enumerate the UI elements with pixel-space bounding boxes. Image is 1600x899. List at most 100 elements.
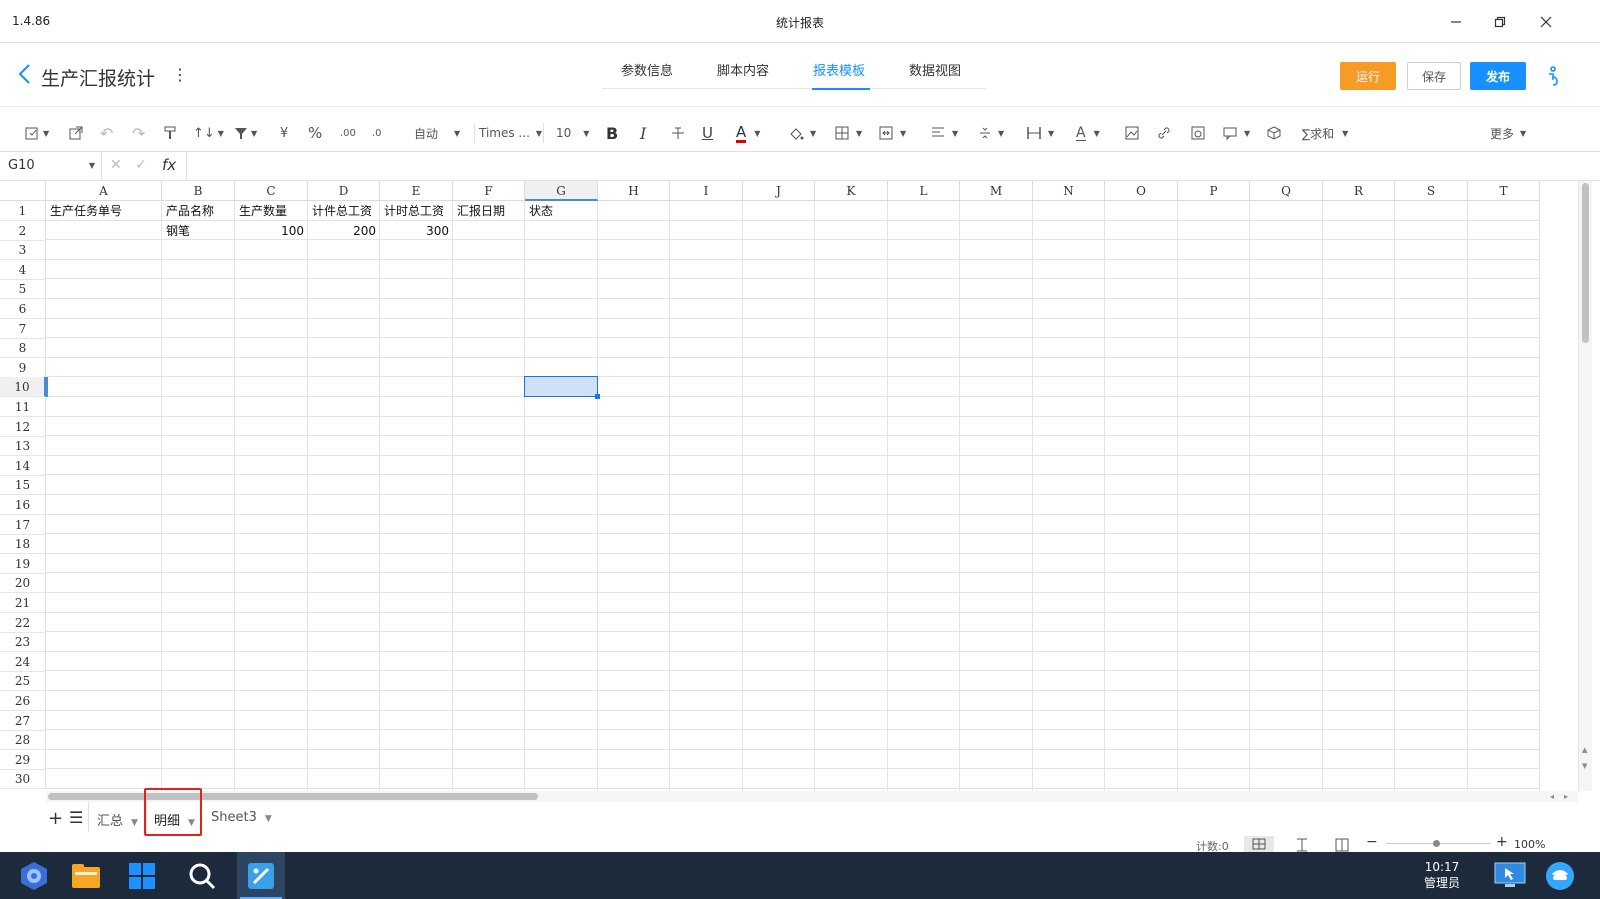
column-header-g[interactable]: G [525,181,598,201]
vertical-align-icon[interactable]: ▼ [978,123,1004,143]
row-header-18[interactable]: 18 [0,534,46,555]
tab-script-content[interactable]: 脚本内容 [717,60,769,79]
cell-e1[interactable]: 计时总工资 [380,201,453,221]
cell-g1[interactable]: 状态 [525,201,598,221]
row-header-21[interactable]: 21 [0,593,46,613]
decimal-increase-icon[interactable]: .00 [340,123,356,143]
row-header-23[interactable]: 23 [0,632,46,653]
add-sheet-icon[interactable]: + [48,808,63,829]
row-header-19[interactable]: 19 [0,553,46,574]
redo-icon[interactable]: ↷ [132,123,145,143]
column-header-b[interactable]: B [162,181,235,201]
more-options-icon[interactable]: ⋮ [172,65,188,84]
image-icon[interactable] [1124,123,1140,143]
insert-icon[interactable]: ▼ [24,123,49,143]
selected-cell-g10[interactable] [524,376,598,397]
vertical-scroll-thumb[interactable] [1582,183,1589,343]
tab-report-template[interactable]: 报表模板 [813,60,865,79]
row-header-27[interactable]: 27 [0,710,46,731]
align-left-icon[interactable]: ▼ [930,123,958,143]
row-header-4[interactable]: 4 [0,259,46,280]
accessibility-icon[interactable] [1546,66,1560,90]
sum-button[interactable]: ∑求和 ▼ [1302,123,1348,143]
fx-icon[interactable]: fx [162,156,176,174]
export-icon[interactable] [68,123,84,143]
horizontal-scrollbar[interactable]: ◂ ▸ [46,791,1578,802]
merge-cells-icon[interactable]: ▼ [878,123,906,143]
scroll-right-icon[interactable]: ▸ [1564,792,1568,801]
scroll-down-icon[interactable]: ▼ [1582,762,1587,770]
sheet-tab-summary[interactable]: 汇总 ▼ [97,810,138,829]
close-icon[interactable] [1534,10,1558,34]
row-header-16[interactable]: 16 [0,495,46,515]
column-header-a[interactable]: A [46,181,162,201]
decimal-decrease-icon[interactable]: .0 [372,123,382,143]
zoom-out-icon[interactable]: − [1366,834,1378,850]
tab-param-info[interactable]: 参数信息 [621,60,673,79]
column-header-t[interactable]: T [1468,181,1540,201]
row-header-12[interactable]: 12 [0,416,46,437]
format-painter-icon[interactable] [163,123,177,143]
vertical-scrollbar[interactable]: ▲ ▼ [1578,181,1592,791]
sheet-list-icon[interactable]: ☰ [69,808,83,827]
scroll-up-icon[interactable]: ▲ [1582,746,1587,754]
row-header-22[interactable]: 22 [0,612,46,633]
row-header-1[interactable]: 1 [0,201,46,221]
more-button[interactable]: 更多 ▼ [1490,123,1526,143]
row-header-15[interactable]: 15 [0,475,46,496]
back-arrow-icon[interactable] [16,63,34,85]
row-header-25[interactable]: 25 [0,671,46,692]
zoom-slider-handle[interactable] [1433,840,1440,847]
row-header-20[interactable]: 20 [0,573,46,594]
column-header-m[interactable]: M [960,181,1033,201]
sheet-tab-sheet3[interactable]: Sheet3 ▼ [211,810,272,825]
underline-button[interactable]: U [702,123,713,143]
row-header-9[interactable]: 9 [0,357,46,378]
search-icon[interactable] [178,852,226,899]
filter-icon[interactable]: ▼ [234,123,257,143]
percent-icon[interactable]: % [308,123,322,143]
cell-b2[interactable]: 钢笔 [162,221,235,241]
row-header-30[interactable]: 30 [0,769,46,790]
border-icon[interactable]: ▼ [834,123,862,143]
cell-d2[interactable]: 200 [308,221,380,241]
currency-icon[interactable]: ¥ [280,123,288,143]
sort-icon[interactable]: ↑↓ ▼ [193,123,224,143]
row-header-2[interactable]: 2 [0,220,46,241]
font-color-icon[interactable]: A ▼ [736,123,760,143]
column-header-c[interactable]: C [235,181,308,201]
scroll-left-icon[interactable]: ◂ [1550,792,1554,801]
normal-view-icon[interactable] [1244,836,1274,852]
row-header-28[interactable]: 28 [0,730,46,751]
column-header-l[interactable]: L [888,181,960,201]
cell-c1[interactable]: 生产数量 [235,201,308,221]
column-header-j[interactable]: J [743,181,815,201]
row-header-5[interactable]: 5 [0,279,46,300]
column-header-e[interactable]: E [380,181,453,201]
column-header-i[interactable]: I [670,181,743,201]
zoom-in-icon[interactable]: + [1496,834,1508,850]
row-header-13[interactable]: 13 [0,436,46,457]
column-header-r[interactable]: R [1323,181,1395,201]
chat-app-icon[interactable] [1536,852,1584,899]
row-header-26[interactable]: 26 [0,691,46,711]
row-header-3[interactable]: 3 [0,240,46,261]
text-rotate-icon[interactable]: A ▼ [1076,123,1100,143]
cell-b1[interactable]: 产品名称 [162,201,235,221]
run-button[interactable]: 运行 [1340,62,1396,90]
remote-desktop-icon[interactable] [1486,852,1534,899]
cell-a1[interactable]: 生产任务单号 [46,201,162,221]
report-app-icon[interactable] [237,852,285,899]
font-family-select[interactable]: Times ... ▼ [474,123,544,143]
cell-c2[interactable]: 100 [235,221,308,241]
bold-button[interactable]: B [606,123,618,143]
undo-icon[interactable]: ↶ [100,123,113,143]
select-all-corner[interactable] [0,181,46,201]
column-header-q[interactable]: Q [1250,181,1323,201]
column-header-n[interactable]: N [1033,181,1105,201]
font-size-select[interactable]: 10 ▼ [552,123,594,143]
minimize-icon[interactable] [1444,10,1468,34]
row-header-14[interactable]: 14 [0,455,46,476]
column-header-p[interactable]: P [1178,181,1250,201]
column-header-s[interactable]: S [1395,181,1468,201]
